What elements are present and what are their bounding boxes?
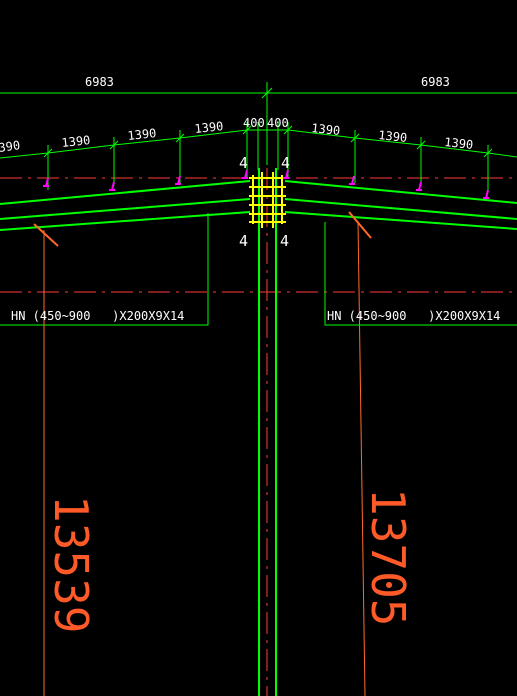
- span-dimension-right: 6983: [421, 75, 450, 89]
- beam-label-left: HN (450~900 )X200X9X14: [11, 309, 184, 323]
- height-label-right: 13705: [361, 488, 415, 626]
- beam-label-right: HN (450~900 )X200X9X14: [327, 309, 500, 323]
- cad-drawing: 6983 6983 1390 1390 1390 1390 1390 1390 …: [0, 0, 517, 696]
- ridge-offset-left: 400: [243, 116, 265, 130]
- height-label-left: 13539: [44, 495, 98, 633]
- span-dimension-left: 6983: [85, 75, 114, 89]
- ridge-offset-right: 400: [267, 116, 289, 130]
- section-mark-bottom-right: 4: [280, 232, 289, 250]
- section-mark-top-left: 4: [239, 154, 248, 172]
- section-mark-top-right: 4: [281, 154, 290, 172]
- section-mark-bottom-left: 4: [239, 232, 248, 250]
